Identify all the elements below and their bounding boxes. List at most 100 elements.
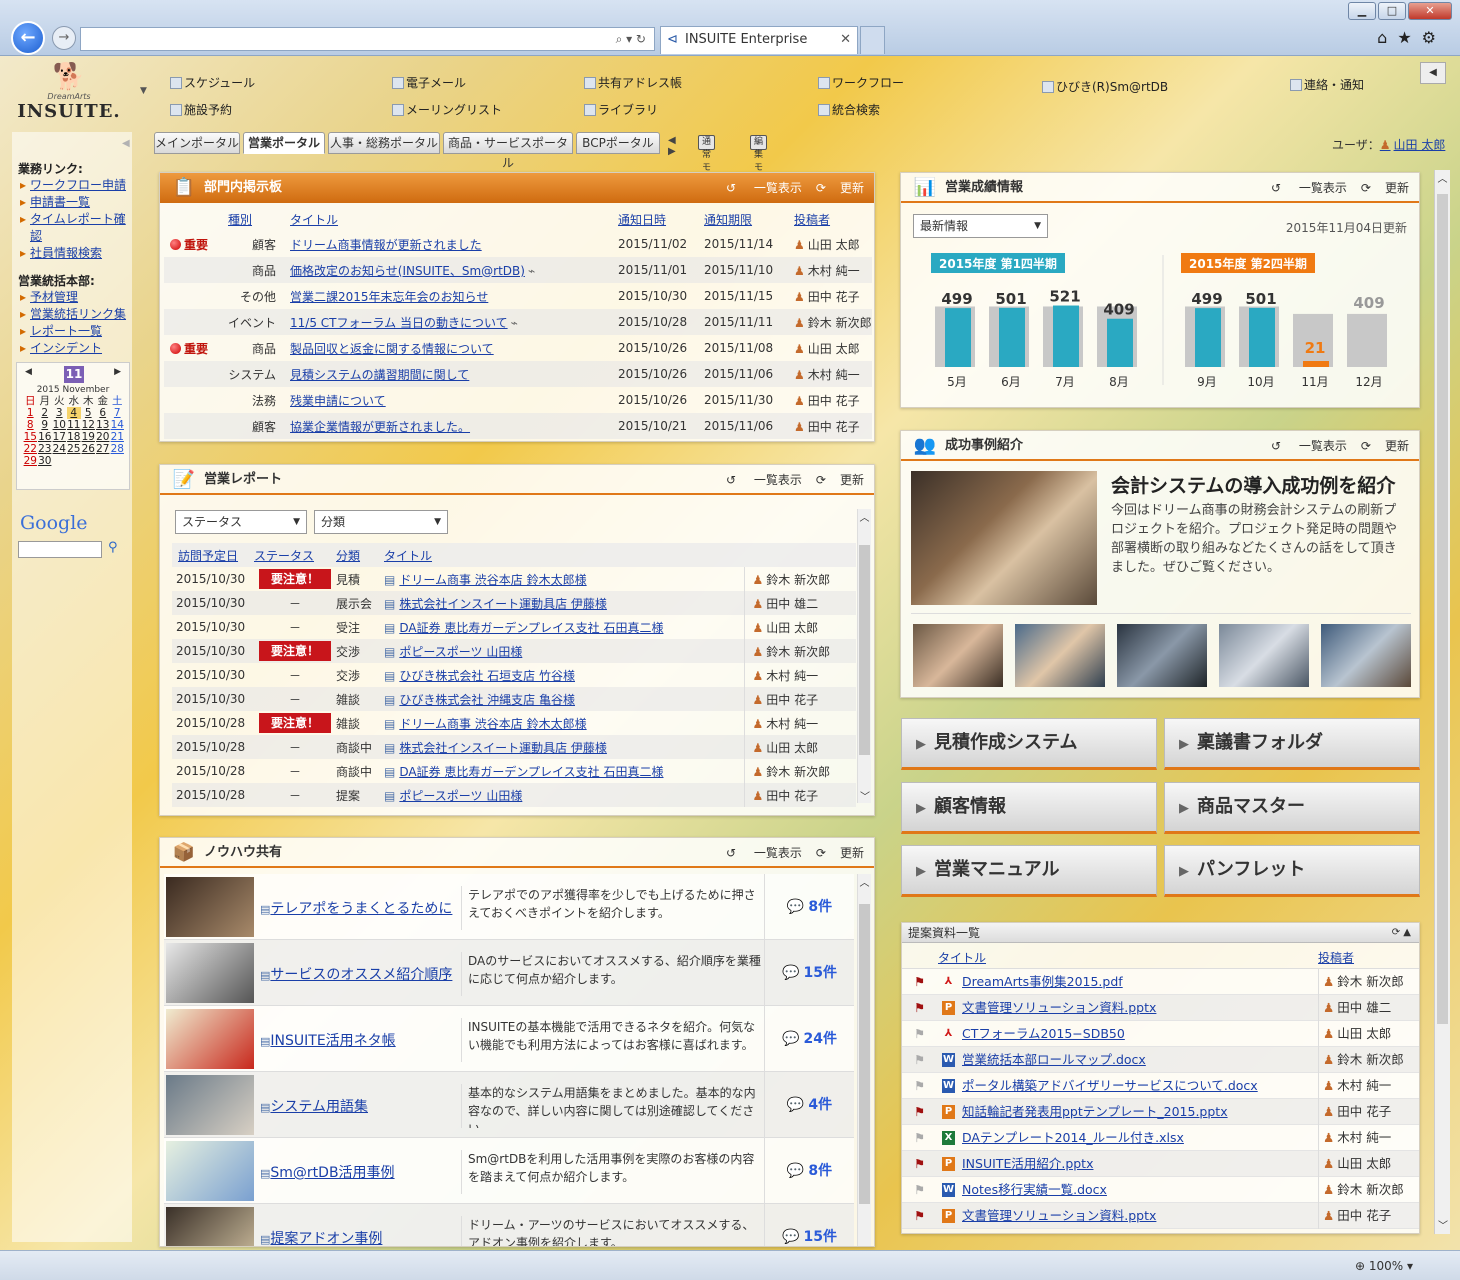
thumb-photo-2[interactable] xyxy=(1015,624,1105,687)
menu-facility[interactable]: 施設予約 xyxy=(170,101,232,118)
calendar-day[interactable]: 6 xyxy=(96,407,111,419)
col-doc-title[interactable]: タイトル xyxy=(938,949,986,966)
scroll-up-icon[interactable]: ︿ xyxy=(858,509,871,524)
report-row[interactable]: 2015/10/28－商談中▤株式会社インスイート運動具店 伊藤様山田 太郎 xyxy=(172,735,856,759)
estimate-system-button[interactable]: ▶ 見積作成システム xyxy=(901,718,1157,770)
col-report-title[interactable]: タイトル xyxy=(384,543,744,567)
report-row[interactable]: 2015/10/28－商談中▤DA証券 恵比寿ガーデンプレイス支社 石田真二様鈴… xyxy=(172,759,856,783)
sales-refresh-link[interactable]: ⟳ 更新 xyxy=(1361,181,1409,195)
proposal-row[interactable]: ⚑ ⅄ DreamArts事例集2015.pdf 鈴木 新次郎 xyxy=(902,969,1419,995)
proposal-file-link[interactable]: CTフォーラム2015−SDB50 xyxy=(962,1021,1125,1047)
knowhow-title-link[interactable]: 提案アドオン事例 xyxy=(270,1231,382,1246)
report-row[interactable]: 2015/10/30要注意！見積▤ドリーム商事 渋谷本店 鈴木太郎様鈴木 新次郎 xyxy=(172,567,856,591)
sidebar-link-reports[interactable]: レポート一覧 xyxy=(18,323,130,340)
knowhow-thumbnail[interactable] xyxy=(166,1009,254,1069)
proposal-row[interactable]: ⚑ W 営業統括本部ロールマップ.docx 鈴木 新次郎 xyxy=(902,1047,1419,1073)
bulletin-refresh-link[interactable]: ⟳ 更新 xyxy=(816,181,864,195)
calendar-day[interactable]: 21 xyxy=(110,431,125,443)
sales-manual-button[interactable]: ▶ 営業マニュアル xyxy=(901,845,1157,897)
proposal-file-link[interactable]: DAテンプレート2014_ルール付き.xlsx xyxy=(962,1125,1184,1151)
bulletin-row[interactable]: 商品 価格改定のお知らせ(INSUITE、Sm@rtDB) ⌁ 2015/11/01 2… xyxy=(164,257,872,283)
bulletin-title-link[interactable]: 製品回収と返金に関する情報について xyxy=(290,342,494,356)
calendar-day[interactable]: 13 xyxy=(96,419,111,431)
reports-scrollbar[interactable]: ︿ ﹀ xyxy=(857,509,871,803)
col-limit[interactable]: 通知期限 xyxy=(704,207,794,231)
calendar-day[interactable]: 2 xyxy=(38,407,53,419)
scroll-thumb[interactable] xyxy=(859,545,870,755)
knowhow-title-link[interactable]: システム用語集 xyxy=(270,1099,368,1115)
reports-refresh-link[interactable]: ⟳ 更新 xyxy=(816,473,864,487)
scroll-up-icon[interactable]: ︿ xyxy=(1435,170,1450,185)
proposal-row[interactable]: ⚑ W Notes移行実績一覧.docx 鈴木 新次郎 xyxy=(902,1177,1419,1203)
back-arrow-icon[interactable]: ← xyxy=(11,21,45,55)
calendar-day[interactable]: 18 xyxy=(67,431,82,443)
bulletin-title-link[interactable]: 協業企業情報が更新されました。 xyxy=(290,420,470,434)
report-row[interactable]: 2015/10/30－展示会▤株式会社インスイート運動具店 伊藤様田中 雄二 xyxy=(172,591,856,615)
normal-mode-button[interactable]: 通常モード xyxy=(698,135,716,199)
calendar-day[interactable]: 17 xyxy=(52,431,67,443)
bulletin-row[interactable]: 顧客協業企業情報が更新されました。 2015/10/212015/11/06田中 … xyxy=(164,413,872,439)
col-type[interactable]: 種別 xyxy=(228,207,290,231)
reports-list-link[interactable]: ↺ 一覧表示 xyxy=(726,473,802,487)
knowhow-list-link[interactable]: ↺ 一覧表示 xyxy=(726,846,802,860)
calendar-day[interactable]: 3 xyxy=(52,407,67,419)
proposal-file-link[interactable]: DreamArts事例集2015.pdf xyxy=(962,969,1123,995)
menu-address-book[interactable]: 共有アドレス帳 xyxy=(584,74,682,91)
scroll-down-icon[interactable]: ﹀ xyxy=(858,788,872,803)
proposal-row[interactable]: ⚑ X DAテンプレート2014_ルール付き.xlsx 木村 純一 xyxy=(902,1125,1419,1151)
pamphlet-button[interactable]: ▶ パンフレット xyxy=(1164,845,1420,897)
success-headline[interactable]: 会計システムの導入成功例を紹介 xyxy=(1111,471,1395,498)
calendar-day[interactable]: 1 xyxy=(23,407,38,419)
success-list-link[interactable]: ↺ 一覧表示 xyxy=(1271,439,1347,453)
col-visit-date[interactable]: 訪問予定日 xyxy=(172,543,254,567)
proposal-file-link[interactable]: INSUITE活用紹介.pptx xyxy=(962,1151,1093,1177)
flag-icon[interactable]: ⚑ xyxy=(914,1073,925,1099)
flag-icon[interactable]: ⚑ xyxy=(914,969,925,995)
report-title-link[interactable]: ひびき株式会社 沖縄支店 亀谷様 xyxy=(399,693,575,707)
scroll-down-icon[interactable]: ﹀ xyxy=(1435,1217,1451,1232)
col-category[interactable]: 分類 xyxy=(336,543,384,567)
proposal-file-link[interactable]: Notes移行実績一覧.docx xyxy=(962,1177,1107,1203)
knowhow-comment-count[interactable]: 💬 15件 xyxy=(764,1204,854,1246)
menu-library[interactable]: ライブラリ xyxy=(584,101,658,118)
bulletin-row[interactable]: イベント 11/5 CTフォーラム 当日の動きについて ⌁ 2015/10/28 201… xyxy=(164,309,872,335)
favorites-star-icon[interactable]: ★ xyxy=(1397,28,1421,47)
tab-sales-portal[interactable]: 営業ポータル xyxy=(243,132,325,154)
zoom-control[interactable]: ⊕ 100% ▾ xyxy=(1355,1259,1413,1273)
actual-bar[interactable] xyxy=(1249,307,1275,367)
menu-schedule[interactable]: スケジュール xyxy=(170,74,255,91)
flag-icon[interactable]: ⚑ xyxy=(914,1151,925,1177)
google-search-input[interactable] xyxy=(18,541,102,558)
flag-icon[interactable]: ⚑ xyxy=(914,1203,925,1229)
knowhow-row[interactable]: ▤システム用語集 基本的なシステム用語集をまとめました。基本的な内容なので、詳しい… xyxy=(164,1072,854,1138)
proposal-row[interactable]: ⚑ ⅄ CTフォーラム2015−SDB50 山田 太郎 xyxy=(902,1021,1419,1047)
product-master-button[interactable]: ▶ 商品マスター xyxy=(1164,782,1420,834)
category-filter-select[interactable]: 分類 xyxy=(314,510,448,534)
menu-notice[interactable]: 連絡・通知 xyxy=(1290,76,1364,93)
bulletin-row[interactable]: 重要 商品 製品回収と返金に関する情報について 2015/10/26 2015/11/0… xyxy=(164,335,872,361)
calendar-day[interactable]: 5 xyxy=(81,407,96,419)
col-title[interactable]: タイトル xyxy=(290,207,618,231)
col-date[interactable]: 通知日時 xyxy=(618,207,704,231)
menu-collapse-icon[interactable]: ▼ xyxy=(140,86,147,96)
tab-product-portal[interactable]: 商品・サービスポータル xyxy=(443,132,573,170)
report-title-link[interactable]: ひびき株式会社 石垣支店 竹谷様 xyxy=(399,669,575,683)
knowhow-thumbnail[interactable] xyxy=(166,877,254,937)
calendar-day[interactable]: 14 xyxy=(110,419,125,431)
calendar-day[interactable]: 28 xyxy=(110,443,125,455)
report-row[interactable]: 2015/10/28要注意！雑談▤ドリーム商事 渋谷本店 鈴木太郎様木村 純一 xyxy=(172,711,856,735)
sidebar-link-links[interactable]: 営業統括リンク集 xyxy=(18,306,130,323)
proposal-row[interactable]: ⚑ P 文書管理ソリューション資料.pptx 田中 花子 xyxy=(902,1203,1419,1229)
col-status[interactable]: ステータス xyxy=(254,543,336,567)
actual-bar[interactable] xyxy=(1107,318,1133,367)
collapse-icon[interactable]: ⟳ ▲ xyxy=(1392,923,1411,943)
menu-mail[interactable]: 電子メール xyxy=(392,74,466,91)
proposal-file-link[interactable]: 営業統括本部ロールマップ.docx xyxy=(962,1047,1146,1073)
sidebar-link-timereport[interactable]: タイムレポート確認 xyxy=(18,211,130,245)
knowhow-comment-count[interactable]: 💬 15件 xyxy=(764,940,854,1006)
knowhow-refresh-link[interactable]: ⟳ 更新 xyxy=(816,846,864,860)
report-title-link[interactable]: ポピースポーツ 山田様 xyxy=(399,645,522,659)
calendar-day[interactable]: 25 xyxy=(67,443,82,455)
bulletin-row[interactable]: その他 営業二課2015年末忘年会のお知らせ 2015/10/30 2015/11/1… xyxy=(164,283,872,309)
knowhow-comment-count[interactable]: 💬 24件 xyxy=(764,1006,854,1072)
